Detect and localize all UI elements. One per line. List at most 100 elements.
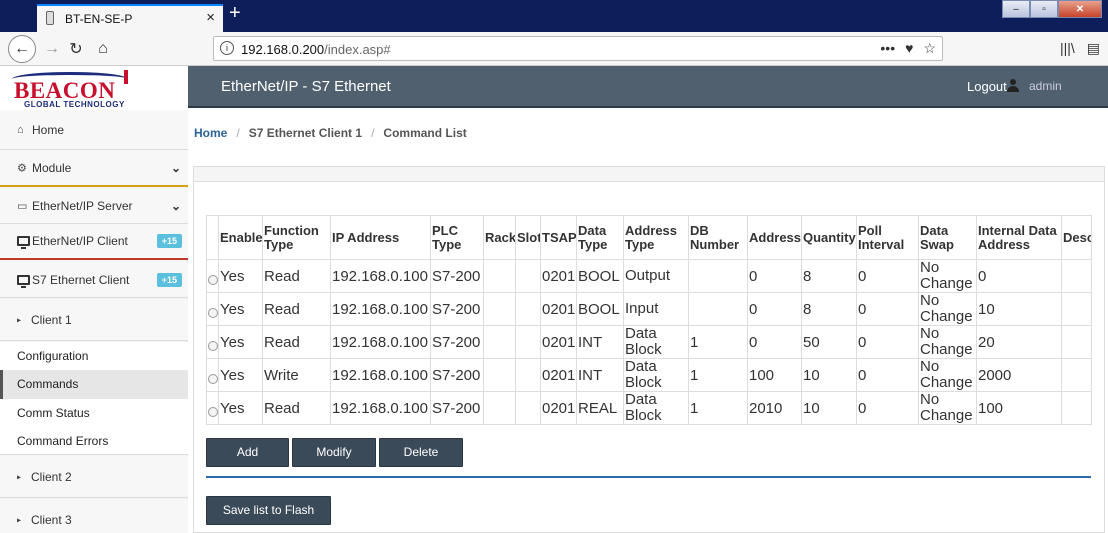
delete-button[interactable]: Delete <box>379 438 463 467</box>
cell-data-type: REAL <box>576 391 624 425</box>
breadcrumb-client[interactable]: S7 Ethernet Client 1 <box>249 126 362 140</box>
cell-address: 0 <box>747 292 802 326</box>
sidebar-link-commands[interactable]: Commands <box>0 370 188 399</box>
table-row[interactable]: Yes Read 192.168.0.100 S7-200 0201 REAL … <box>206 391 1092 425</box>
sidebar-item-client-2[interactable]: ▸ Client 2 <box>0 456 188 498</box>
column-header-address-type: Address Type <box>623 215 689 260</box>
library-icon[interactable]: |||\ <box>1060 40 1075 57</box>
cell-db-number <box>688 292 748 326</box>
browser-home-icon[interactable]: ⌂ <box>89 35 117 63</box>
address-bar[interactable]: i 192.168.0.200/index.asp# ••• ♥ ☆ <box>213 36 943 61</box>
table-row[interactable]: Yes Read 192.168.0.100 S7-200 0201 BOOL … <box>206 259 1092 293</box>
sidebar-toggle-icon[interactable]: ▤ <box>1087 40 1100 57</box>
cell-address-type: Input <box>623 292 689 326</box>
sidebar-link-comm-status[interactable]: Comm Status <box>0 399 188 427</box>
bookmark-star-icon[interactable]: ☆ <box>923 40 936 57</box>
user-icon <box>1007 79 1019 93</box>
page-actions-icon[interactable]: ••• <box>880 40 895 57</box>
beacon-logo[interactable]: BEACON GLOBAL TECHNOLOGY <box>0 66 188 109</box>
cell-address-type: Data Block <box>623 325 689 359</box>
sidebar: ⌂ Home ⚙ Module ⌄ ▭ EtherNet/IP Server ⌄… <box>0 110 188 533</box>
column-header-ip-address: IP Address <box>330 215 431 260</box>
row-select-radio[interactable] <box>208 275 218 285</box>
cell-enable: Yes <box>218 259 263 293</box>
logout-link[interactable]: Logout <box>967 79 1007 94</box>
cell-enable: Yes <box>218 292 263 326</box>
url-text[interactable]: 192.168.0.200/index.asp# <box>241 42 391 57</box>
tab-close-icon[interactable]: × <box>206 9 215 26</box>
sidebar-item-home[interactable]: ⌂ Home <box>0 110 188 150</box>
cell-ip-address: 192.168.0.100 <box>330 325 431 359</box>
column-header-quantity: Quantity <box>801 215 857 260</box>
url-host: 192.168.0.200 <box>241 42 325 57</box>
maximize-button[interactable]: ▫ <box>1030 0 1058 18</box>
app-header: EtherNet/IP - S7 Ethernet Logout admin <box>188 66 1108 108</box>
close-window-button[interactable]: ✕ <box>1058 0 1102 18</box>
sidebar-item-module[interactable]: ⚙ Module ⌄ <box>0 150 188 187</box>
table-row[interactable]: Yes Write 192.168.0.100 S7-200 0201 INT … <box>206 358 1092 392</box>
column-header-poll-interval: Poll Interval <box>856 215 919 260</box>
add-button[interactable]: Add <box>206 438 289 467</box>
cell-tsap: 0201 <box>540 358 577 392</box>
home-icon: ⌂ <box>17 123 24 136</box>
cell-internal-data-address: 2000 <box>976 358 1062 392</box>
site-info-icon[interactable]: i <box>220 41 234 55</box>
cell-rack <box>483 325 516 359</box>
cell-plc-type: S7-200 <box>430 292 484 326</box>
row-select-radio[interactable] <box>208 308 218 318</box>
column-header-plc-type: PLC Type <box>430 215 484 260</box>
cell-address-type: Data Block <box>623 358 689 392</box>
save-list-to-flash-button[interactable]: Save list to Flash <box>206 496 331 525</box>
cell-internal-data-address: 0 <box>976 259 1062 293</box>
sidebar-item-client-1[interactable]: ▸ Client 1 <box>0 299 188 341</box>
table-row[interactable]: Yes Read 192.168.0.100 S7-200 0201 INT D… <box>206 325 1092 359</box>
sidebar-link-command-errors[interactable]: Command Errors <box>0 427 188 455</box>
row-select-radio[interactable] <box>208 341 218 351</box>
column-header-db-number: DB Number <box>688 215 748 260</box>
cell-tsap: 0201 <box>540 325 577 359</box>
cell-rack <box>483 391 516 425</box>
url-path: /index.asp# <box>324 42 391 57</box>
sidebar-item-label: Home <box>32 122 65 137</box>
cell-poll-interval: 0 <box>856 358 919 392</box>
new-tab-icon[interactable]: + <box>229 2 241 25</box>
table-row[interactable]: Yes Read 192.168.0.100 S7-200 0201 BOOL … <box>206 292 1092 326</box>
cell-data-swap: No Change <box>918 325 977 359</box>
row-select-cell <box>206 292 219 326</box>
cell-address: 100 <box>747 358 802 392</box>
sidebar-item-ethernetip-server[interactable]: ▭ EtherNet/IP Server ⌄ <box>0 188 188 224</box>
select-column-header <box>206 215 219 260</box>
cell-quantity: 50 <box>801 325 857 359</box>
sidebar-item-label: Client 1 <box>31 312 72 327</box>
browser-tab[interactable]: BT-EN-SE-P × <box>37 4 223 32</box>
caret-right-icon: ▸ <box>17 315 22 324</box>
cell-plc-type: S7-200 <box>430 391 484 425</box>
sidebar-link-configuration[interactable]: Configuration <box>0 342 188 370</box>
column-header-desc: Desc <box>1061 215 1092 260</box>
cell-desc <box>1061 325 1092 359</box>
cell-poll-interval: 0 <box>856 391 919 425</box>
row-select-radio[interactable] <box>208 374 218 384</box>
browser-navbar: ← → ↻ ⌂ i 192.168.0.200/index.asp# ••• ♥… <box>0 32 1108 66</box>
minimize-button[interactable]: – <box>1002 0 1030 18</box>
reload-icon[interactable]: ↻ <box>62 35 90 63</box>
sidebar-item-ethernetip-client[interactable]: EtherNet/IP Client +15 <box>0 224 188 260</box>
sidebar-item-client-3[interactable]: ▸ Client 3 <box>0 499 188 533</box>
cell-enable: Yes <box>218 325 263 359</box>
pocket-icon[interactable]: ♥ <box>905 40 913 57</box>
cell-slot <box>515 259 541 293</box>
breadcrumb: Home / S7 Ethernet Client 1 / Command Li… <box>188 118 1108 148</box>
column-header-function-type: Function Type <box>262 215 331 260</box>
modify-button[interactable]: Modify <box>292 438 376 467</box>
cell-data-type: BOOL <box>576 292 624 326</box>
sidebar-item-s7-client[interactable]: S7 Ethernet Client +15 <box>0 262 188 298</box>
row-select-radio[interactable] <box>208 407 218 417</box>
cell-plc-type: S7-200 <box>430 259 484 293</box>
browser-titlebar: BT-EN-SE-P × + – ▫ ✕ <box>0 0 1108 32</box>
cell-internal-data-address: 100 <box>976 391 1062 425</box>
sidebar-item-label: S7 Ethernet Client <box>32 272 130 287</box>
sidebar-item-label: EtherNet/IP Server <box>32 198 133 213</box>
back-arrow-icon[interactable]: ← <box>8 35 36 63</box>
breadcrumb-current-page: Command List <box>383 126 467 140</box>
breadcrumb-home-link[interactable]: Home <box>194 126 227 140</box>
